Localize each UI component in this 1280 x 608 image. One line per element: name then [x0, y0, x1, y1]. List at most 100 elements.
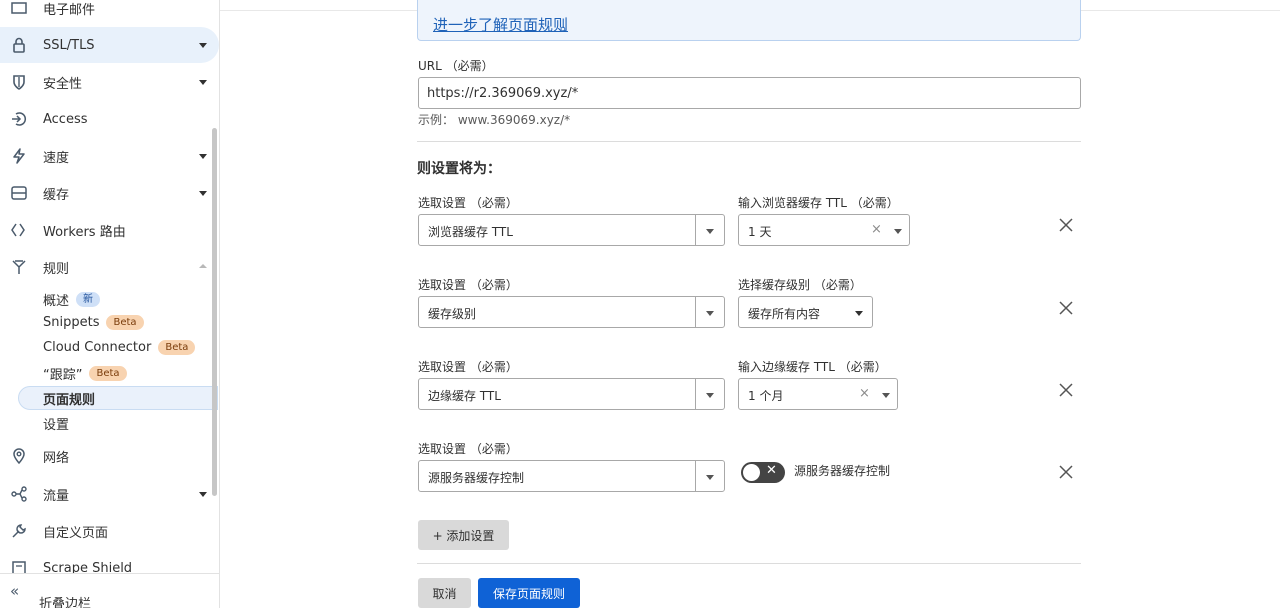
location-pin-icon: [13, 448, 25, 465]
beta-badge: Beta: [89, 366, 127, 381]
dropdown-arrow-icon: [894, 229, 902, 234]
sidebar-subitem-snippets[interactable]: Snippets Beta: [43, 315, 144, 330]
sidebar-item-label: 电子邮件: [43, 2, 96, 18]
sidebar-item-label: 缓存: [43, 187, 70, 203]
beta-badge: Beta: [158, 340, 196, 355]
remove-setting-icon[interactable]: [1058, 464, 1074, 480]
cache-level-value: 缓存所有内容: [748, 307, 821, 321]
sidebar-item-label: 流量: [43, 488, 70, 504]
wrench-icon: [12, 524, 26, 538]
sidebar-subitem-settings[interactable]: 设置: [43, 414, 69, 433]
sidebar-item-label: 自定义页面: [43, 525, 109, 541]
sidebar-item-label: Workers 路由: [43, 224, 126, 240]
setting-value-label: 选择缓存级别 （必需）: [738, 278, 862, 292]
footer-divider: [417, 563, 1081, 564]
add-setting-button[interactable]: + 添加设置: [418, 520, 509, 550]
sidebar-item-label: 速度: [43, 150, 70, 166]
select-separator: [695, 379, 696, 409]
toggle-knob: [743, 464, 760, 481]
clear-icon[interactable]: ×: [859, 386, 870, 401]
clear-icon[interactable]: ×: [871, 222, 882, 237]
dropdown-arrow-icon: [706, 475, 714, 480]
sidebar-item-label: 规则: [43, 261, 70, 277]
subitem-label: 概述: [43, 294, 70, 309]
chevron-down-icon: [199, 191, 207, 196]
workers-icon: [11, 223, 25, 237]
setting-select[interactable]: 缓存级别: [418, 296, 725, 328]
sidebar-item-label: 安全性: [43, 76, 83, 92]
rules-icon: [12, 260, 26, 274]
sidebar-item-workers-routes[interactable]: Workers 路由: [0, 212, 219, 248]
sidebar-subitem-overview[interactable]: 概述 新: [43, 290, 101, 309]
sidebar-item-ssl-tls[interactable]: SSL/TLS: [0, 27, 219, 63]
collapse-sidebar-button[interactable]: « 折叠边栏: [0, 573, 219, 608]
remove-setting-icon[interactable]: [1058, 217, 1074, 233]
chevron-up-icon: [199, 264, 207, 268]
setting-select-value: 源服务器缓存控制: [428, 471, 525, 485]
chevron-down-icon: [199, 43, 207, 48]
setting-value-label: 输入边缘缓存 TTL （必需）: [738, 360, 887, 374]
beta-badge: Beta: [106, 315, 144, 330]
sidebar-item-cache[interactable]: 缓存: [0, 175, 219, 211]
email-icon: [11, 2, 27, 14]
sidebar-item-email[interactable]: 电子邮件: [0, 0, 219, 26]
settings-heading: 则设置将为：: [417, 161, 501, 177]
sidebar-item-label: Access: [43, 111, 88, 127]
browser-ttl-select[interactable]: 1 天 ×: [738, 214, 910, 246]
subitem-label: Cloud Connector: [43, 340, 152, 355]
url-label: URL （必需）: [418, 59, 494, 73]
info-suffix: 。: [560, 16, 576, 34]
sidebar-item-access[interactable]: Access: [0, 101, 219, 137]
select-separator: [695, 215, 696, 245]
save-page-rule-button[interactable]: 保存页面规则: [478, 578, 580, 608]
sidebar-item-custom-pages[interactable]: 自定义页面: [0, 513, 219, 549]
select-separator: [695, 297, 696, 327]
cache-icon: [11, 186, 27, 200]
setting-select-value: 边缘缓存 TTL: [428, 389, 501, 403]
dropdown-arrow-icon: [706, 311, 714, 316]
double-chevron-left-icon: «: [10, 582, 20, 600]
setting-select[interactable]: 边缘缓存 TTL: [418, 378, 725, 410]
dropdown-arrow-icon: [882, 393, 890, 398]
sidebar-item-security[interactable]: 安全性: [0, 64, 219, 100]
sidebar-scrollbar[interactable]: [212, 128, 217, 496]
lock-icon: [13, 37, 25, 53]
setting-select-value: 浏览器缓存 TTL: [428, 225, 513, 239]
shield-icon: [13, 75, 25, 90]
subitem-label: 设置: [43, 418, 70, 433]
access-icon: [12, 112, 26, 126]
sidebar-item-network[interactable]: 网络: [0, 438, 219, 474]
setting-value-label: 输入浏览器缓存 TTL （必需）: [738, 196, 899, 210]
sidebar-item-speed[interactable]: 速度: [0, 138, 219, 174]
setting-select-label: 选取设置 （必需）: [418, 442, 518, 456]
toggle-off-icon: ✕: [766, 463, 777, 478]
setting-select-value: 缓存级别: [428, 307, 477, 321]
dropdown-arrow-icon: [706, 393, 714, 398]
remove-setting-icon[interactable]: [1058, 300, 1074, 316]
url-input[interactable]: https://r2.369069.xyz/*: [418, 77, 1081, 109]
origin-cache-control-toggle[interactable]: ✕: [741, 462, 785, 483]
sidebar-subitem-page-rules[interactable]: 页面规则: [43, 389, 95, 408]
cache-level-select[interactable]: 缓存所有内容: [738, 296, 873, 328]
sidebar-subitem-trace[interactable]: “跟踪” Beta: [43, 364, 127, 383]
chevron-down-icon: [199, 80, 207, 85]
sidebar-item-label: 网络: [43, 450, 70, 466]
select-separator: [695, 461, 696, 491]
setting-select[interactable]: 浏览器缓存 TTL: [418, 214, 725, 246]
url-example-hint: 示例： www.369069.xyz/*: [418, 113, 571, 127]
sidebar-item-label: SSL/TLS: [43, 37, 95, 53]
collapse-label: 折叠边栏: [39, 597, 92, 608]
sidebar-subitem-cloud-connector[interactable]: Cloud Connector Beta: [43, 340, 196, 355]
toggle-label: 源服务器缓存控制: [794, 464, 891, 478]
section-divider: [417, 141, 1081, 142]
new-badge: 新: [76, 292, 101, 307]
sidebar-item-rules[interactable]: 规则: [0, 249, 219, 285]
learn-more-link[interactable]: 进一步了解页面规则: [433, 14, 568, 35]
edge-ttl-select[interactable]: 1 个月 ×: [738, 378, 898, 410]
setting-select[interactable]: 源服务器缓存控制: [418, 460, 725, 492]
cancel-button[interactable]: 取消: [418, 578, 471, 608]
sidebar-item-traffic[interactable]: 流量: [0, 476, 219, 512]
traffic-icon: [11, 486, 27, 502]
remove-setting-icon[interactable]: [1058, 382, 1074, 398]
subitem-label: “跟踪”: [43, 368, 83, 383]
